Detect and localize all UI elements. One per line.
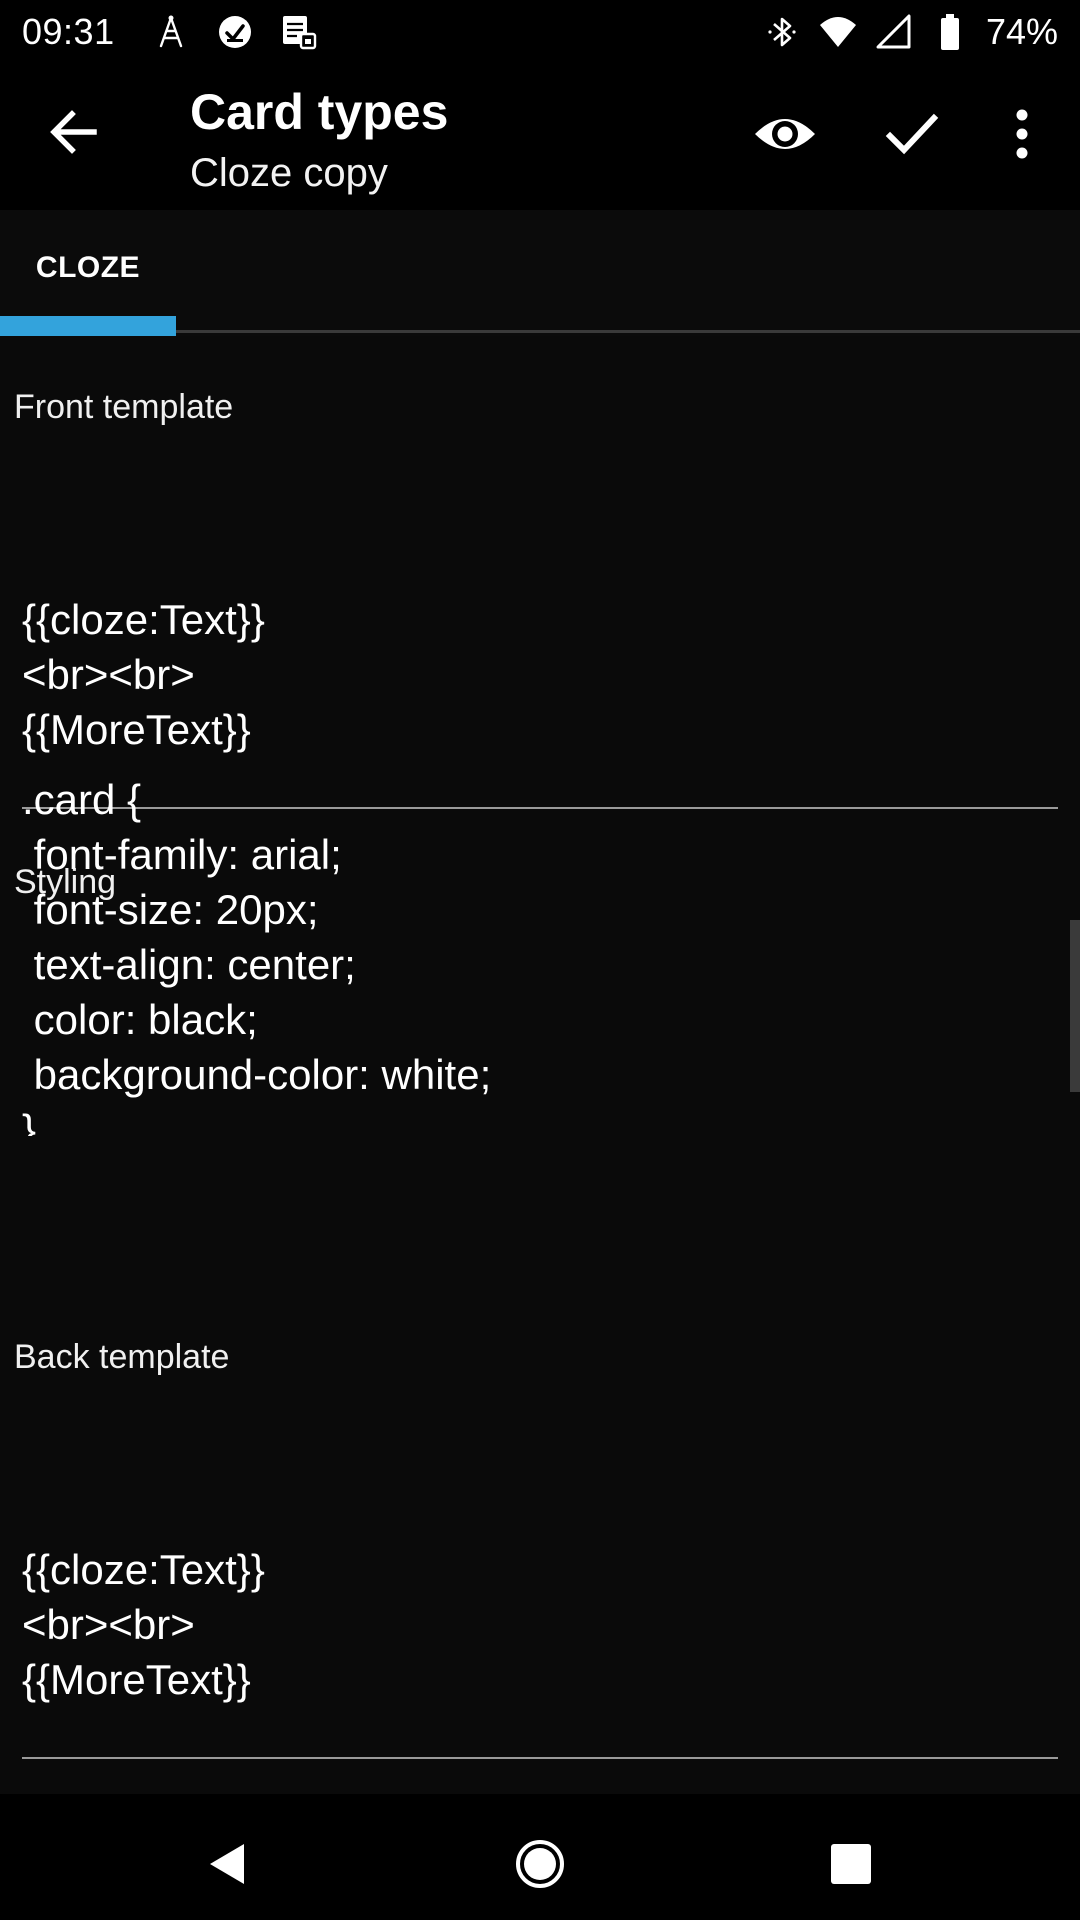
signal-tower-icon [151,12,191,52]
front-template-label: Front template [14,388,234,426]
status-left: 09:31 [22,11,319,53]
nav-recents-button[interactable] [803,1816,899,1912]
scrollbar-thumb[interactable] [1070,920,1080,1092]
nav-recents-icon [831,1844,871,1884]
arrow-back-icon [50,110,97,154]
preview-button[interactable] [741,90,829,178]
battery-icon [930,12,970,52]
status-right: 74% [762,11,1058,53]
nav-back-icon [210,1844,244,1884]
back-template-underline [22,1757,1058,1759]
title-block: Card types Cloze copy [190,82,448,200]
back-template-label: Back template [14,1338,230,1376]
app-bar: Card types Cloze copy [0,64,1080,210]
more-vert-icon [1016,109,1028,159]
preview-eye-icon [755,119,815,149]
confirm-button[interactable] [868,90,956,178]
nav-back-button[interactable] [178,1816,274,1912]
bluetooth-icon [762,12,802,52]
tab-divider [176,330,1080,333]
tab-indicator [0,316,176,336]
nav-home-icon [516,1840,564,1888]
nav-home-button[interactable] [492,1816,588,1912]
system-nav-bar [0,1794,1080,1920]
notes-sync-icon [279,12,319,52]
page-title: Card types [190,84,449,140]
back-template-editor[interactable]: {{cloze:Text}} <br><br> {{MoreText}} [22,1432,1058,1707]
more-options-button[interactable] [978,90,1066,178]
page-subtitle: Cloze copy [190,151,388,195]
back-button[interactable] [30,88,118,176]
confirm-check-icon [885,113,939,155]
wifi-icon [818,12,858,52]
cell-signal-icon [874,12,914,52]
styling-editor[interactable]: .card { font-family: arial; font-size: 2… [22,772,1058,1136]
checkmark-circle-icon [215,12,255,52]
front-template-editor[interactable]: {{cloze:Text}} <br><br> {{MoreText}} [22,482,1058,757]
tab-strip: CLOZE [0,210,1080,336]
battery-percent: 74% [985,11,1058,52]
status-time: 09:31 [22,11,115,52]
template-editor-pane[interactable]: Front template {{cloze:Text}} <br><br> {… [0,336,1080,1794]
status-bar: 09:31 74% [0,0,1080,64]
